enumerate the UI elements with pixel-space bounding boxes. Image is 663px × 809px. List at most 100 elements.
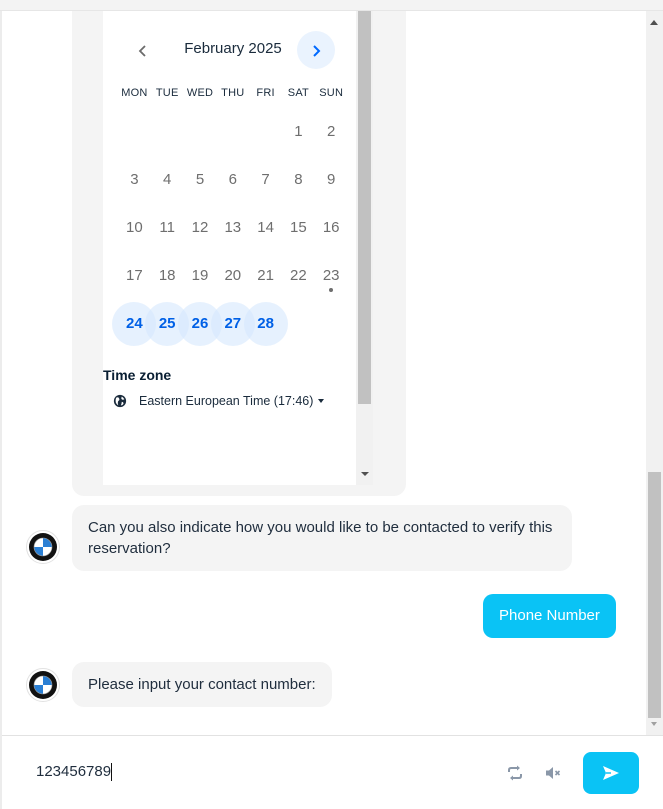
message-text: Can you also indicate how you would like…: [88, 519, 553, 557]
day-number: 10: [126, 219, 143, 236]
send-icon: [603, 766, 619, 780]
day-number: 21: [257, 267, 274, 284]
day-number: 17: [126, 267, 143, 284]
day-number: 13: [224, 219, 242, 236]
day-number: 27: [224, 315, 242, 332]
calendar-empty-cell: [216, 111, 249, 153]
calendar-day: 6: [216, 159, 249, 201]
calendar-week: 24 25 26 27 28: [112, 300, 348, 348]
day-number: 23: [322, 267, 340, 284]
calendar-day: 7: [249, 159, 282, 201]
calendar-day: 5: [184, 159, 217, 201]
day-number: 20: [224, 267, 242, 284]
text-cursor: [111, 763, 113, 782]
day-number: 5: [195, 171, 205, 188]
day-number: 3: [130, 171, 139, 188]
weekday-label: THU: [221, 87, 245, 99]
calendar-scrollbar[interactable]: [356, 11, 373, 485]
calendar-day: 12: [184, 207, 217, 249]
refresh-button[interactable]: [504, 762, 526, 784]
day-number: 11: [159, 219, 175, 236]
chevron-right-icon: [313, 45, 321, 57]
caret-down-icon: [318, 399, 325, 403]
calendar-week: 3 4 5 6 7 8 9: [118, 156, 348, 204]
message-text: Please input your contact number:: [88, 676, 316, 693]
calendar-empty-cell: [249, 111, 282, 153]
calendar-week: 12: [118, 108, 348, 156]
calendar-day: 17: [118, 255, 151, 297]
today-indicator: [329, 288, 334, 292]
calendar-day: 10: [118, 207, 151, 249]
send-button[interactable]: [583, 752, 639, 794]
scroll-down-arrow-icon[interactable]: [651, 722, 657, 726]
weekday-label: FRI: [256, 87, 275, 99]
day-number: 18: [158, 267, 176, 284]
day-number: 28: [257, 315, 274, 332]
calendar-day: 18: [151, 255, 184, 297]
day-number: 1: [294, 123, 303, 140]
calendar-scrollbar-thumb[interactable]: [358, 11, 371, 404]
message-composer: 123456789: [2, 735, 663, 809]
chat-scrollbar-thumb[interactable]: [648, 472, 661, 718]
calendar-day: 15: [282, 207, 315, 249]
message-text: Phone Number: [499, 607, 600, 624]
day-number: 26: [191, 315, 209, 332]
day-number: 2: [327, 123, 336, 140]
timezone-label: Time zone: [103, 367, 172, 383]
message-input[interactable]: 123456789: [36, 763, 456, 782]
day-number: 4: [163, 171, 172, 188]
weekday-label: SUN: [319, 87, 344, 99]
chat-transcript: February 2025 MON TUE WED THU FRI SAT SU…: [2, 11, 646, 735]
calendar-day: 3: [118, 159, 151, 201]
refresh-icon: [508, 765, 522, 781]
calendar-empty-cell: [282, 303, 315, 345]
scroll-up-arrow-icon[interactable]: [650, 20, 658, 25]
calendar-week: 17 18 19 20 21 22 23: [118, 252, 348, 300]
next-month-button[interactable]: [297, 31, 335, 69]
scroll-down-arrow-icon[interactable]: [361, 472, 369, 476]
weekday-label: TUE: [155, 87, 179, 99]
day-number: 8: [294, 171, 303, 188]
bot-message: Can you also indicate how you would like…: [72, 505, 572, 571]
month-title: February 2025: [184, 40, 282, 57]
calendar-day: 21: [249, 255, 282, 297]
bot-message: Please input your contact number:: [72, 662, 332, 707]
day-number: 25: [158, 315, 176, 332]
weekday-label: SAT: [287, 87, 309, 99]
mute-button[interactable]: [542, 762, 564, 784]
bmw-logo-icon: [29, 671, 57, 699]
calendar-empty-cell: [315, 303, 348, 345]
calendar-day: 8: [282, 159, 315, 201]
calendar-day: 9: [315, 159, 348, 201]
calendar-message-bubble: February 2025 MON TUE WED THU FRI SAT SU…: [72, 11, 406, 496]
day-number: 19: [191, 267, 209, 284]
calendar-day-available[interactable]: 28: [243, 302, 288, 346]
user-message-phone-number[interactable]: Phone Number: [483, 594, 616, 638]
day-number: 7: [261, 171, 270, 188]
day-number: 6: [228, 171, 237, 188]
weekday-label: WED: [186, 87, 214, 99]
calendar-empty-cell: [118, 111, 151, 153]
day-number: 12: [191, 219, 209, 236]
calendar-day: 13: [216, 207, 249, 249]
day-number: 15: [290, 219, 307, 236]
calendar-empty-cell: [151, 111, 184, 153]
bot-avatar: [26, 668, 60, 702]
mute-icon: [546, 767, 561, 779]
timezone-select[interactable]: Eastern European Time (17:46): [113, 394, 325, 408]
chat-scrollbar[interactable]: [646, 11, 663, 735]
weekday-label: MON: [121, 87, 148, 99]
calendar-empty-cell: [184, 111, 217, 153]
previous-month-button[interactable]: [133, 39, 153, 61]
calendar-day: 19: [184, 255, 217, 297]
timezone-value: Eastern European Time (17:46): [139, 394, 314, 408]
calendar-grid: 1 2 3 4 5 6 7 8 9 10 11 12 13 14 15 16 17 18 19 20 21 22 23 24 2…: [112, 108, 348, 348]
weekday-header: MON TUE WED THU FRI SAT SUN: [118, 87, 348, 99]
calendar-day: 2: [315, 111, 348, 153]
top-bar: [0, 0, 663, 11]
calendar-header: February 2025: [103, 31, 356, 69]
bmw-logo-icon: [29, 533, 57, 561]
day-number: 22: [290, 267, 307, 284]
calendar-day: 14: [249, 207, 282, 249]
day-number: 16: [322, 219, 340, 236]
